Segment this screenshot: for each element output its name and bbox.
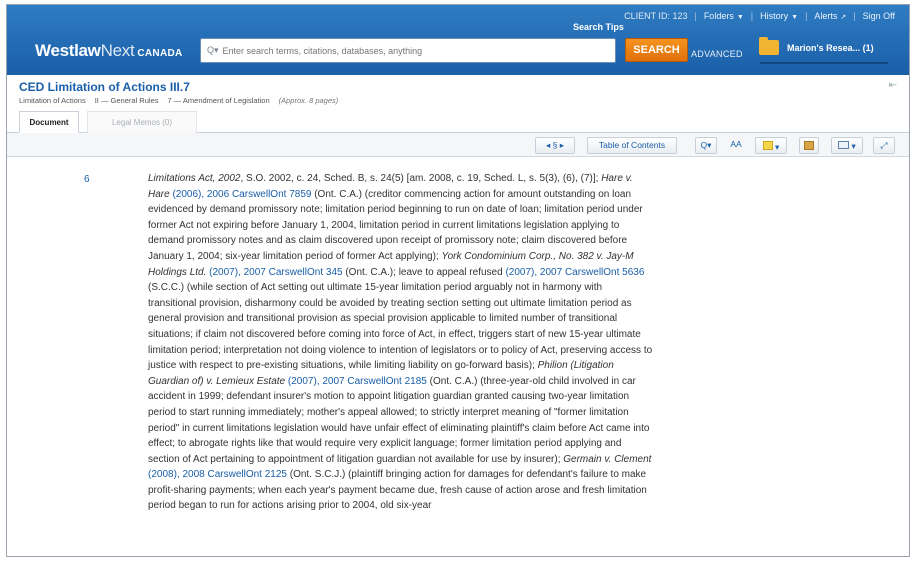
footnote-number[interactable]: 6: [84, 174, 90, 185]
search-box[interactable]: Q▾: [200, 38, 616, 63]
signoff-link[interactable]: Sign Off: [863, 11, 895, 21]
text-size-button[interactable]: AA: [727, 137, 745, 154]
search-tips-link[interactable]: Search Tips: [573, 22, 624, 32]
logo-canada: CANADA: [137, 48, 183, 59]
divider: |: [750, 11, 754, 21]
advanced-search-link[interactable]: ADVANCED: [691, 49, 743, 59]
search-button[interactable]: SEARCH: [625, 38, 688, 62]
client-id[interactable]: CLIENT ID: 123: [624, 11, 687, 21]
case-name: Limitations Act, 2002: [148, 173, 241, 184]
search-in-document-button[interactable]: Q▾: [695, 137, 717, 154]
note-icon: [762, 141, 773, 150]
history-menu[interactable]: History ▼: [760, 11, 798, 21]
citation-link[interactable]: (2007), 2007 CarswellOnt 5636: [505, 267, 644, 278]
top-links: CLIENT ID: 123 | Folders ▼ | History ▼ | A…: [624, 11, 895, 21]
chevron-down-icon: ▾: [775, 142, 780, 152]
full-screen-button[interactable]: ⤢: [873, 137, 895, 154]
folder-selector[interactable]: Marion's Resea... (1): [759, 37, 874, 55]
tab-document[interactable]: Document: [19, 111, 79, 133]
chevron-down-icon: ▾: [851, 141, 856, 151]
top-header: CLIENT ID: 123 | Folders ▼ | History ▼ | A…: [7, 5, 909, 75]
breadcrumb-item[interactable]: Limitation of Actions: [19, 96, 86, 105]
westlaw-logo[interactable]: WestlawNext CANADA: [35, 41, 183, 61]
footnote-segment: (S.C.C.) (while section of Act setting o…: [148, 282, 653, 372]
alerts-label: Alerts: [814, 11, 838, 21]
citation-link[interactable]: (2008), 2008 CarswellOnt 2125: [148, 469, 287, 480]
chevron-down-icon: ▼: [791, 14, 799, 21]
search-input[interactable]: [222, 45, 603, 56]
section-nav-button[interactable]: ◂ § ▸: [535, 137, 575, 154]
alerts-link[interactable]: Alerts ↗: [814, 11, 846, 21]
folder-underline: [760, 62, 888, 64]
footnote-segment: , S.O. 2002, c. 24, Sched. B, s. 24(5) […: [240, 173, 602, 184]
folder-icon: [759, 37, 779, 55]
document-tabs: Document Legal Memos (0): [7, 111, 909, 133]
document-title: CED Limitation of Actions III.7: [19, 80, 190, 94]
chevron-down-icon: ▼: [736, 14, 744, 21]
folders-label: Folders: [703, 11, 734, 21]
page-estimate: (Approx. 8 pages): [278, 96, 339, 105]
breadcrumb-item[interactable]: 7 — Amendment of Legislation: [167, 96, 269, 105]
document-body: 6 Limitations Act, 2002, S.O. 2002, c. 2…: [7, 158, 909, 556]
logo-westlaw: Westlaw: [35, 41, 101, 60]
citation-link[interactable]: (2007), 2007 CarswellOnt 345: [209, 267, 342, 278]
history-label: History: [760, 11, 789, 21]
table-of-contents-button[interactable]: Table of Contents: [587, 137, 677, 154]
external-link-icon: ↗: [840, 14, 847, 21]
tab-legal-memos[interactable]: Legal Memos (0): [87, 111, 197, 133]
divider: |: [694, 11, 697, 21]
app-window: CLIENT ID: 123 | Folders ▼ | History ▼ | A…: [6, 4, 910, 557]
deliver-button[interactable]: ▾: [831, 137, 863, 154]
divider: |: [853, 11, 856, 21]
document-toolbar: ◂ § ▸ Table of Contents Q▾ AA ▾ ▾ ⤢: [7, 133, 909, 157]
annotate-button[interactable]: ▾: [755, 137, 787, 154]
breadcrumb: Limitation of Actions II — General Rules…: [19, 96, 347, 105]
footnote-segment: (Ont. C.A.) (three-year-old child involv…: [148, 375, 650, 465]
citation-link[interactable]: (2006), 2006 CarswellOnt 7859: [172, 189, 311, 200]
save-to-folder-button[interactable]: [799, 137, 819, 154]
folder-save-icon: [804, 141, 814, 150]
folders-menu[interactable]: Folders ▼: [704, 11, 744, 21]
search-scope-icon[interactable]: Q▾: [207, 45, 219, 56]
collapse-icon[interactable]: ⇤: [889, 80, 897, 91]
footnote-segment: (Ont. C.A.); leave to appeal refused: [342, 266, 506, 278]
citation-link[interactable]: (2007), 2007 CarswellOnt 2185: [288, 376, 427, 387]
expand-icon: ⤢: [880, 140, 888, 150]
logo-next: Next: [100, 41, 135, 60]
footnote-text: Limitations Act, 2002, S.O. 2002, c. 24,…: [148, 171, 653, 514]
breadcrumb-item[interactable]: II — General Rules: [95, 96, 159, 105]
divider: |: [805, 11, 808, 21]
email-icon: [838, 141, 850, 149]
folder-label: Marion's Resea... (1): [787, 42, 874, 53]
case-name: Germain v. Clement: [563, 453, 652, 465]
